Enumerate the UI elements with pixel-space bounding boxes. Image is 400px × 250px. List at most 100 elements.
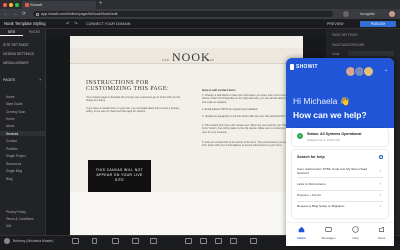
page-settings-label: PAGE SETTINGS xyxy=(332,33,358,37)
widget-brand: SHOWIT xyxy=(296,64,318,70)
color-field[interactable] xyxy=(348,51,394,56)
page-background-label: PAGE BACKGROUND xyxy=(332,43,365,47)
site-settings-link[interactable]: SITE SETTINGS xyxy=(3,43,28,47)
instruction-step[interactable]: 1. Change or add fields to collect the i… xyxy=(202,94,294,104)
add-page-button[interactable]: + xyxy=(39,78,41,82)
instruction-step[interactable]: 2. Email address MUST be required and va… xyxy=(202,108,294,111)
instruction-step[interactable]: 5. Add your contact info to the bottom o… xyxy=(202,141,294,148)
showit-logo-icon xyxy=(290,64,294,70)
pages-heading: PAGES xyxy=(3,78,16,82)
site-logo[interactable]: NOOK xyxy=(172,50,211,65)
back-button[interactable]: ← xyxy=(2,9,10,19)
preview-button[interactable]: PREVIEW xyxy=(327,19,344,29)
lock-icon xyxy=(36,12,39,16)
paragraph[interactable]: Your content page to describe the primar… xyxy=(86,96,181,103)
window-maximize-button[interactable] xyxy=(15,2,19,7)
page-item[interactable]: Portfolio xyxy=(6,147,18,151)
tab-site[interactable]: SITE xyxy=(0,29,23,36)
connect-domain-link[interactable]: CONNECT YOUR DOMAIN xyxy=(86,19,130,29)
design-settings-link[interactable]: DESIGN SETTINGS xyxy=(3,52,34,56)
page-item[interactable]: Home xyxy=(6,117,15,121)
logo-left-text: STU xyxy=(162,58,170,62)
widget-greeting: Hi Michaela 👋 xyxy=(293,96,351,106)
undo-button[interactable]: ↶ xyxy=(66,19,70,29)
checkmark-icon: ✓ xyxy=(297,133,303,139)
status-title: Status: All Systems Operational xyxy=(307,132,362,136)
avatar[interactable] xyxy=(4,238,10,244)
text-tool-icon[interactable] xyxy=(185,238,192,244)
howto-title[interactable]: How to edit contact form: xyxy=(202,88,236,92)
home-icon[interactable] xyxy=(298,226,305,233)
messages-icon[interactable] xyxy=(325,226,332,233)
status-card[interactable] xyxy=(292,128,388,146)
page-item[interactable]: Home xyxy=(6,95,15,99)
profile-avatar[interactable] xyxy=(389,11,395,17)
page-item[interactable]: Contact xyxy=(6,139,17,143)
chevron-right-icon: › xyxy=(380,204,382,208)
paragraph[interactable]: If you have a contact form on your site,… xyxy=(86,107,181,114)
add-canvas-icon[interactable] xyxy=(150,238,157,244)
chevron-right-icon: › xyxy=(380,193,382,197)
news-icon[interactable] xyxy=(378,226,385,233)
canvas-toolbar xyxy=(46,29,326,36)
shape-tool-icon[interactable] xyxy=(215,238,222,244)
icon-tool-icon[interactable] xyxy=(230,238,237,244)
page-item[interactable]: Resources xyxy=(6,162,21,166)
chevron-right-icon: › xyxy=(380,182,382,186)
layers-icon[interactable] xyxy=(112,238,119,244)
color-label: Color xyxy=(332,52,340,56)
image-tool-icon[interactable] xyxy=(200,238,207,244)
instruction-step[interactable]: 4. This contact form has a 3rd canvas ov… xyxy=(202,124,294,134)
page-item[interactable]: Single Blog xyxy=(6,169,22,173)
site-title[interactable]: Nook Template Styling xyxy=(4,19,46,29)
page-item[interactable]: Terms & Conditions xyxy=(6,217,34,221)
help-icon[interactable] xyxy=(352,226,359,233)
page-item-selected[interactable]: Services xyxy=(6,132,18,136)
chevron-right-icon: › xyxy=(380,169,382,173)
page-item[interactable]: Single Project xyxy=(6,154,26,158)
footer-canvas[interactable] xyxy=(70,192,303,235)
page-item[interactable]: Privacy Policy xyxy=(6,210,26,214)
nav-news-label[interactable]: News xyxy=(368,236,395,240)
reload-button[interactable]: ⟳ xyxy=(20,9,28,19)
window-minimize-button[interactable] xyxy=(9,2,13,7)
help-article-link[interactable]: Can I add Custom HTML Code Into My Site'… xyxy=(297,167,373,176)
user-name[interactable]: Bethany (Michaela Master) xyxy=(13,238,54,244)
instruction-step[interactable]: 3. Update the paragraph in red that show… xyxy=(202,115,294,118)
forward-button[interactable]: → xyxy=(11,9,19,19)
page-item[interactable]: 404 xyxy=(6,224,11,228)
widget-question: How can we help? xyxy=(293,110,367,120)
page-item[interactable]: About xyxy=(6,124,14,128)
window-close-button[interactable] xyxy=(3,2,7,7)
page-item[interactable]: Blog xyxy=(6,177,12,181)
nav-help-label[interactable]: Help xyxy=(342,236,369,240)
logo-right-text: DIO xyxy=(207,58,215,62)
page-item[interactable]: Style Guide xyxy=(6,102,22,106)
search-help-input[interactable]: Search for help xyxy=(297,155,325,159)
page-item[interactable]: Coming Soon xyxy=(6,110,25,114)
browser-tab[interactable]: Showit xyxy=(22,1,96,9)
help-article-link[interactable]: Request a Blog Setup or Migration xyxy=(297,204,373,209)
hidden-canvas-notice-text: THIS CANVAS WILL NOT APPEAR ON YOUR LIVE… xyxy=(95,168,144,182)
mobile-view-icon[interactable] xyxy=(92,238,97,244)
avatar xyxy=(363,66,374,77)
media-library-link[interactable]: MEDIA LIBRARY xyxy=(3,61,29,65)
collapse-widget-icon[interactable]: ⌄ xyxy=(384,67,388,73)
extensions-icon[interactable] xyxy=(343,11,349,17)
status-updated: Updated Jun 4, 19:03 UTC xyxy=(307,138,341,142)
help-article-link[interactable]: Links & Click Actions xyxy=(297,182,373,187)
tab-pages[interactable]: PAGES xyxy=(23,29,46,36)
nav-home-label[interactable]: Home xyxy=(288,236,315,240)
tab-title: Showit xyxy=(30,2,43,7)
embed-tool-icon[interactable] xyxy=(250,238,257,244)
address-bar[interactable]: app.showit.com/#/site/c/page/id/NookStud… xyxy=(33,11,333,17)
search-icon[interactable] xyxy=(379,155,383,159)
help-article-link[interactable]: Pop-ups + Forms xyxy=(297,193,373,198)
desktop-view-icon[interactable] xyxy=(72,238,79,244)
page-heading[interactable]: INSTRUCTIONS FOR CUSTOMIZING THIS PAGE: xyxy=(86,80,196,92)
new-tab-button[interactable]: + xyxy=(99,0,103,9)
nav-messages-label[interactable]: Messages xyxy=(315,236,342,240)
grid-icon[interactable] xyxy=(132,238,139,244)
publish-button[interactable]: PUBLISH xyxy=(360,21,396,27)
redo-button[interactable]: ↷ xyxy=(74,19,78,29)
